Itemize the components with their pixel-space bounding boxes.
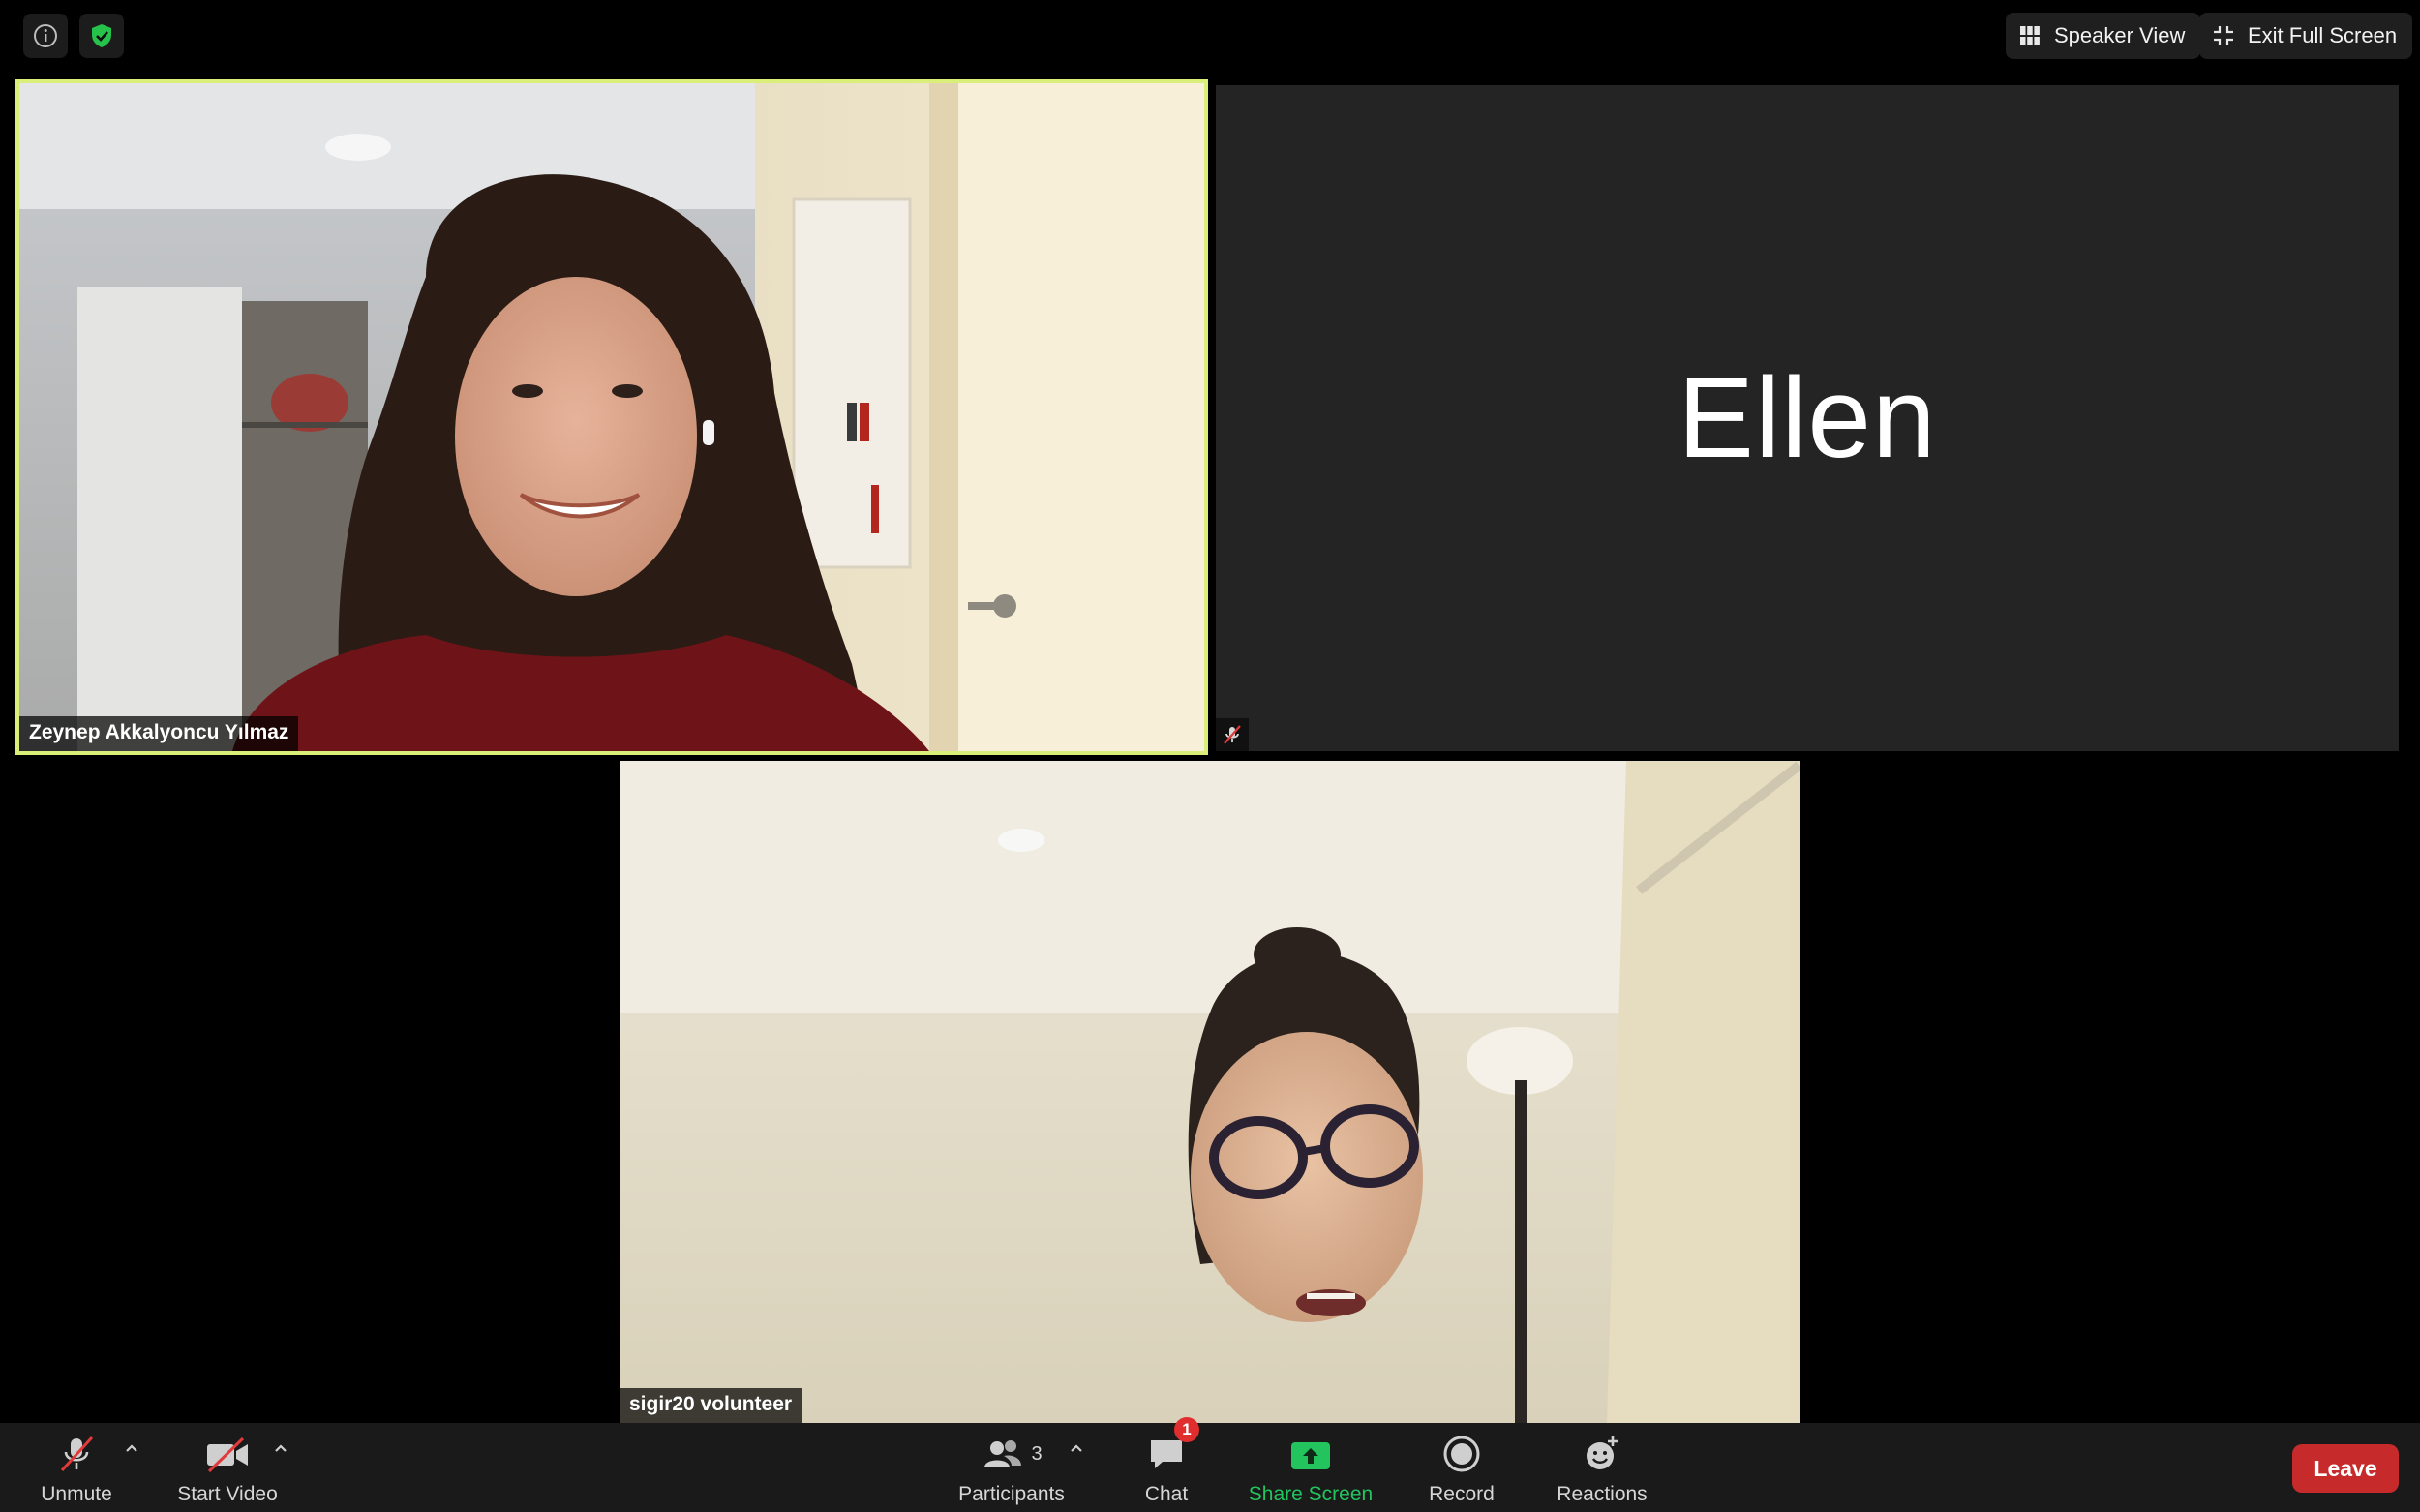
- chat-button[interactable]: 1 Chat: [1131, 1417, 1202, 1512]
- leave-button[interactable]: Leave: [2292, 1444, 2399, 1493]
- record-icon: [1442, 1423, 1481, 1473]
- video-off-icon: [204, 1423, 251, 1473]
- meeting-toolbar: Unmute Start Video 3 Participants 1 Chat…: [0, 1417, 2420, 1512]
- start-video-label: Start Video: [177, 1483, 278, 1505]
- video-tile-ellen[interactable]: Ellen: [1216, 85, 2399, 751]
- participants-options-caret[interactable]: [1067, 1438, 1086, 1458]
- grid-icon: [2020, 26, 2040, 45]
- participant-video: [19, 83, 1204, 751]
- chevron-up-icon: [1071, 1444, 1082, 1452]
- video-tile-sigir20-volunteer[interactable]: sigir20 volunteer: [620, 761, 1800, 1423]
- mic-muted-icon: [1216, 718, 1249, 751]
- reactions-label: Reactions: [1557, 1483, 1648, 1505]
- record-label: Record: [1429, 1483, 1495, 1505]
- participant-video: [620, 761, 1800, 1423]
- speaker-view-label: Speaker View: [2054, 23, 2186, 47]
- unmute-label: Unmute: [41, 1483, 112, 1505]
- shield-check-icon[interactable]: [79, 14, 124, 58]
- video-options-caret[interactable]: [271, 1438, 290, 1458]
- chevron-up-icon: [126, 1444, 137, 1452]
- speaker-view-button[interactable]: Speaker View: [2006, 13, 2201, 59]
- reactions-button[interactable]: Reactions: [1551, 1423, 1653, 1512]
- video-tile-zeynep[interactable]: Zeynep Akkalyoncu Yılmaz: [15, 79, 1208, 755]
- audio-options-caret[interactable]: [122, 1438, 141, 1458]
- record-button[interactable]: Record: [1423, 1423, 1500, 1512]
- participant-name-tag: sigir20 volunteer: [620, 1388, 802, 1423]
- share-screen-icon: [1289, 1423, 1332, 1473]
- participant-name-tag: Zeynep Akkalyoncu Yılmaz: [19, 716, 299, 751]
- participant-name-placeholder: Ellen: [1678, 354, 1937, 482]
- share-screen-button[interactable]: Share Screen: [1245, 1423, 1376, 1512]
- start-video-button[interactable]: Start Video: [166, 1423, 288, 1512]
- mic-muted-icon: [57, 1423, 96, 1473]
- unmute-button[interactable]: Unmute: [31, 1423, 122, 1512]
- participants-button[interactable]: 3 Participants: [953, 1423, 1071, 1512]
- chevron-up-icon: [275, 1444, 287, 1452]
- chat-label: Chat: [1144, 1483, 1189, 1505]
- share-screen-label: Share Screen: [1248, 1483, 1374, 1505]
- participants-label: Participants: [958, 1483, 1065, 1505]
- exit-fullscreen-icon: [2214, 26, 2233, 45]
- exit-fullscreen-label: Exit Full Screen: [2248, 23, 2398, 47]
- participants-icon: 3: [981, 1423, 1043, 1473]
- chat-icon: 1: [1147, 1417, 1199, 1473]
- chat-unread-badge: 1: [1174, 1417, 1199, 1442]
- participants-count: 3: [1031, 1443, 1043, 1465]
- reactions-icon: [1583, 1423, 1621, 1473]
- info-icon[interactable]: [23, 14, 68, 58]
- exit-fullscreen-button[interactable]: Exit Full Screen: [2199, 13, 2413, 59]
- top-bar: Speaker View Exit Full Screen: [0, 0, 2420, 72]
